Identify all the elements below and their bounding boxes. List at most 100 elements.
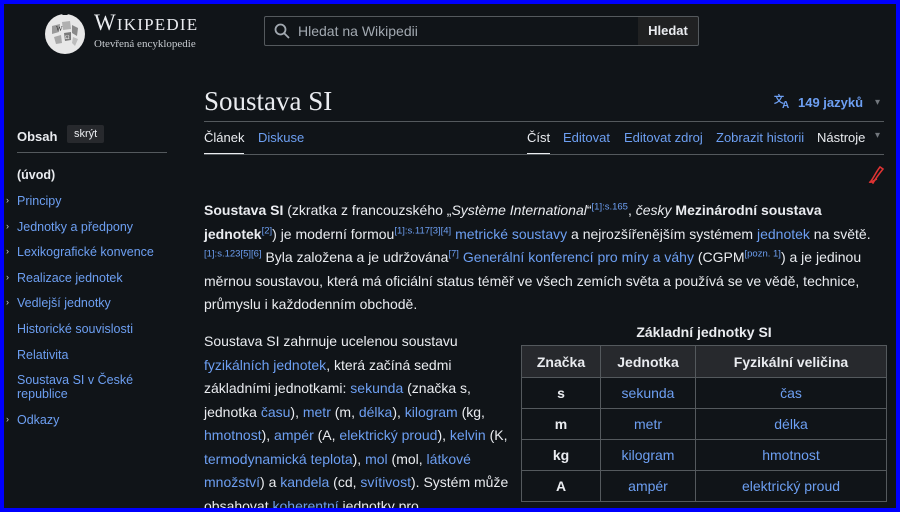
para-text: ),	[290, 403, 303, 420]
quantity-link[interactable]: délka	[695, 408, 887, 440]
search-button[interactable]: Hledat	[638, 16, 699, 46]
link-metricke-soustavy[interactable]: metrické soustavy	[455, 226, 567, 242]
toc-hide-button[interactable]: skrýt	[67, 125, 105, 143]
toc-divider	[17, 152, 167, 153]
svg-text:A: A	[782, 100, 789, 109]
reference-link[interactable]: [1]:s.165	[592, 201, 628, 212]
wikipedia-wordmark[interactable]: WIKIPEDIE Otevřená encyklopedie	[94, 10, 199, 51]
link-jednotek[interactable]: jednotek	[757, 226, 810, 242]
link-casu[interactable]: času	[261, 404, 291, 420]
para-text: (K,	[485, 427, 508, 443]
search-placeholder: Hledat na Wikipedii	[298, 23, 418, 39]
para-text: (kg,	[457, 403, 485, 420]
tab-edit-source[interactable]: Editovat zdroj	[624, 130, 703, 145]
si-base-units-table: Značka Jednotka Fyzikální veličina s sek…	[521, 345, 887, 502]
para-text: Soustava SI zahrnuje ucelenou soustavu	[204, 333, 458, 349]
unit-symbol: s	[521, 377, 601, 409]
unit-symbol: kg	[521, 439, 601, 471]
tools-chevron-icon[interactable]: ▾	[875, 130, 880, 141]
toc-item-principy[interactable]: Principy	[17, 194, 157, 208]
chevron-right-icon[interactable]: ›	[6, 272, 9, 282]
toc-item-lexikograficke[interactable]: Lexikografické konvence	[17, 245, 157, 259]
page-frame: W Ω WIKIPEDIE Otevřená encyklopedie Hled…	[4, 4, 896, 508]
link-mol[interactable]: mol	[365, 451, 388, 467]
reference-link[interactable]: [1]:s.117[3][4]	[394, 225, 451, 236]
page-title: Soustava SI	[204, 86, 333, 116]
tab-history[interactable]: Zobrazit historii	[716, 130, 804, 145]
intro-text: ) je moderní formou	[272, 225, 395, 242]
quantity-link[interactable]: hmotnost	[695, 439, 887, 471]
toc-item-historicke[interactable]: Historické souvislosti	[17, 322, 157, 336]
intro-text: na světě.	[809, 225, 871, 242]
link-kelvin[interactable]: kelvin	[450, 427, 486, 443]
tagline: Otevřená encyklopedie	[94, 38, 196, 50]
link-sekunda[interactable]: sekunda	[350, 380, 403, 396]
chevron-right-icon[interactable]: ›	[6, 221, 9, 231]
tab-article[interactable]: Článek	[204, 130, 244, 145]
units-paragraph: Soustava SI zahrnuje ucelenou soustavu f…	[204, 330, 514, 508]
link-fyzikalnich-jednotek[interactable]: fyzikálních jednotek	[204, 357, 326, 373]
tab-edit[interactable]: Editovat	[563, 130, 610, 145]
toc-heading: Obsah	[17, 129, 58, 144]
tab-tools[interactable]: Nástroje	[817, 130, 865, 145]
toc-item-vedlejsi[interactable]: Vedlejší jednotky	[17, 296, 157, 310]
link-cgpm[interactable]: Generální konferencí pro míry a váhy	[463, 249, 694, 265]
svg-text:Ω: Ω	[65, 35, 70, 41]
toc-item-cr[interactable]: Soustava SI v České republice	[17, 373, 157, 401]
svg-text:W: W	[56, 25, 63, 33]
language-selector[interactable]: 文A 149 jazyků ▾	[774, 93, 880, 112]
toc-item-relativita[interactable]: Relativita	[17, 348, 157, 362]
reference-link[interactable]: [2]	[262, 225, 273, 236]
link-elektricky-proud[interactable]: elektrický proud	[339, 427, 437, 443]
pen-icon[interactable]	[868, 164, 886, 189]
link-kilogram[interactable]: kilogram	[405, 404, 458, 420]
toc-item-jednotky[interactable]: Jednotky a předpony	[17, 220, 157, 234]
chevron-right-icon[interactable]: ›	[6, 414, 9, 424]
link-svitivost[interactable]: svítivost	[360, 474, 411, 490]
link-metr[interactable]: metr	[303, 404, 331, 420]
intro-bold-title: Soustava SI	[204, 202, 284, 218]
wordmark-text: WIKIPEDIE	[94, 10, 199, 35]
link-amper[interactable]: ampér	[274, 427, 314, 443]
para-text: ),	[352, 450, 366, 467]
unit-name-link[interactable]: kilogram	[600, 439, 696, 471]
tab-discussion[interactable]: Diskuse	[258, 130, 304, 145]
translate-icon: 文A	[774, 93, 792, 112]
languages-count: 149 jazyků	[798, 95, 864, 110]
para-text: (cd,	[329, 474, 361, 490]
reference-link[interactable]: [pozn. 1]	[745, 248, 781, 259]
search-input[interactable]: Hledat na Wikipedii	[264, 16, 640, 46]
intro-text: Byla založena a je udržována	[261, 249, 449, 265]
quantity-link[interactable]: elektrický proud	[695, 470, 887, 502]
link-delka[interactable]: délka	[359, 404, 392, 420]
table-row: kg kilogram hmotnost	[521, 439, 887, 471]
link-termodynamicka-teplota[interactable]: termodynamická teplota	[204, 451, 353, 467]
chevron-down-icon: ▾	[875, 97, 881, 108]
chevron-right-icon[interactable]: ›	[6, 246, 9, 256]
table-header-row: Značka Jednotka Fyzikální veličina	[521, 345, 887, 378]
link-hmotnost[interactable]: hmotnost	[204, 427, 262, 443]
link-koherentni[interactable]: koherentní	[273, 498, 339, 509]
toc-item-odkazy[interactable]: Odkazy	[17, 413, 157, 427]
quantity-link[interactable]: čas	[695, 377, 887, 409]
toc-item-intro[interactable]: (úvod)	[17, 168, 157, 182]
intro-text: a nejrozšířenějším systémem	[567, 225, 757, 242]
para-text: jednotky pro	[338, 497, 419, 509]
para-text: ),	[392, 403, 405, 420]
para-text: (mol,	[387, 450, 427, 467]
table-caption: Základní jednotky SI	[636, 324, 772, 340]
link-kandela[interactable]: kandela	[280, 474, 329, 490]
unit-name-link[interactable]: ampér	[600, 470, 696, 502]
search-icon	[274, 23, 290, 44]
tab-read[interactable]: Číst	[527, 130, 550, 145]
title-divider	[204, 121, 884, 122]
chevron-right-icon[interactable]: ›	[6, 297, 9, 307]
wikipedia-globe-icon[interactable]: W Ω	[40, 12, 90, 56]
reference-link[interactable]: [7]	[448, 248, 459, 259]
toc-item-realizace[interactable]: Realizace jednotek	[17, 271, 157, 285]
reference-link[interactable]: [1]:s.123[5][6]	[204, 248, 262, 259]
unit-name-link[interactable]: metr	[600, 408, 696, 440]
unit-name-link[interactable]: sekunda	[600, 377, 696, 409]
tabs-divider	[204, 154, 884, 155]
chevron-right-icon[interactable]: ›	[6, 195, 9, 205]
